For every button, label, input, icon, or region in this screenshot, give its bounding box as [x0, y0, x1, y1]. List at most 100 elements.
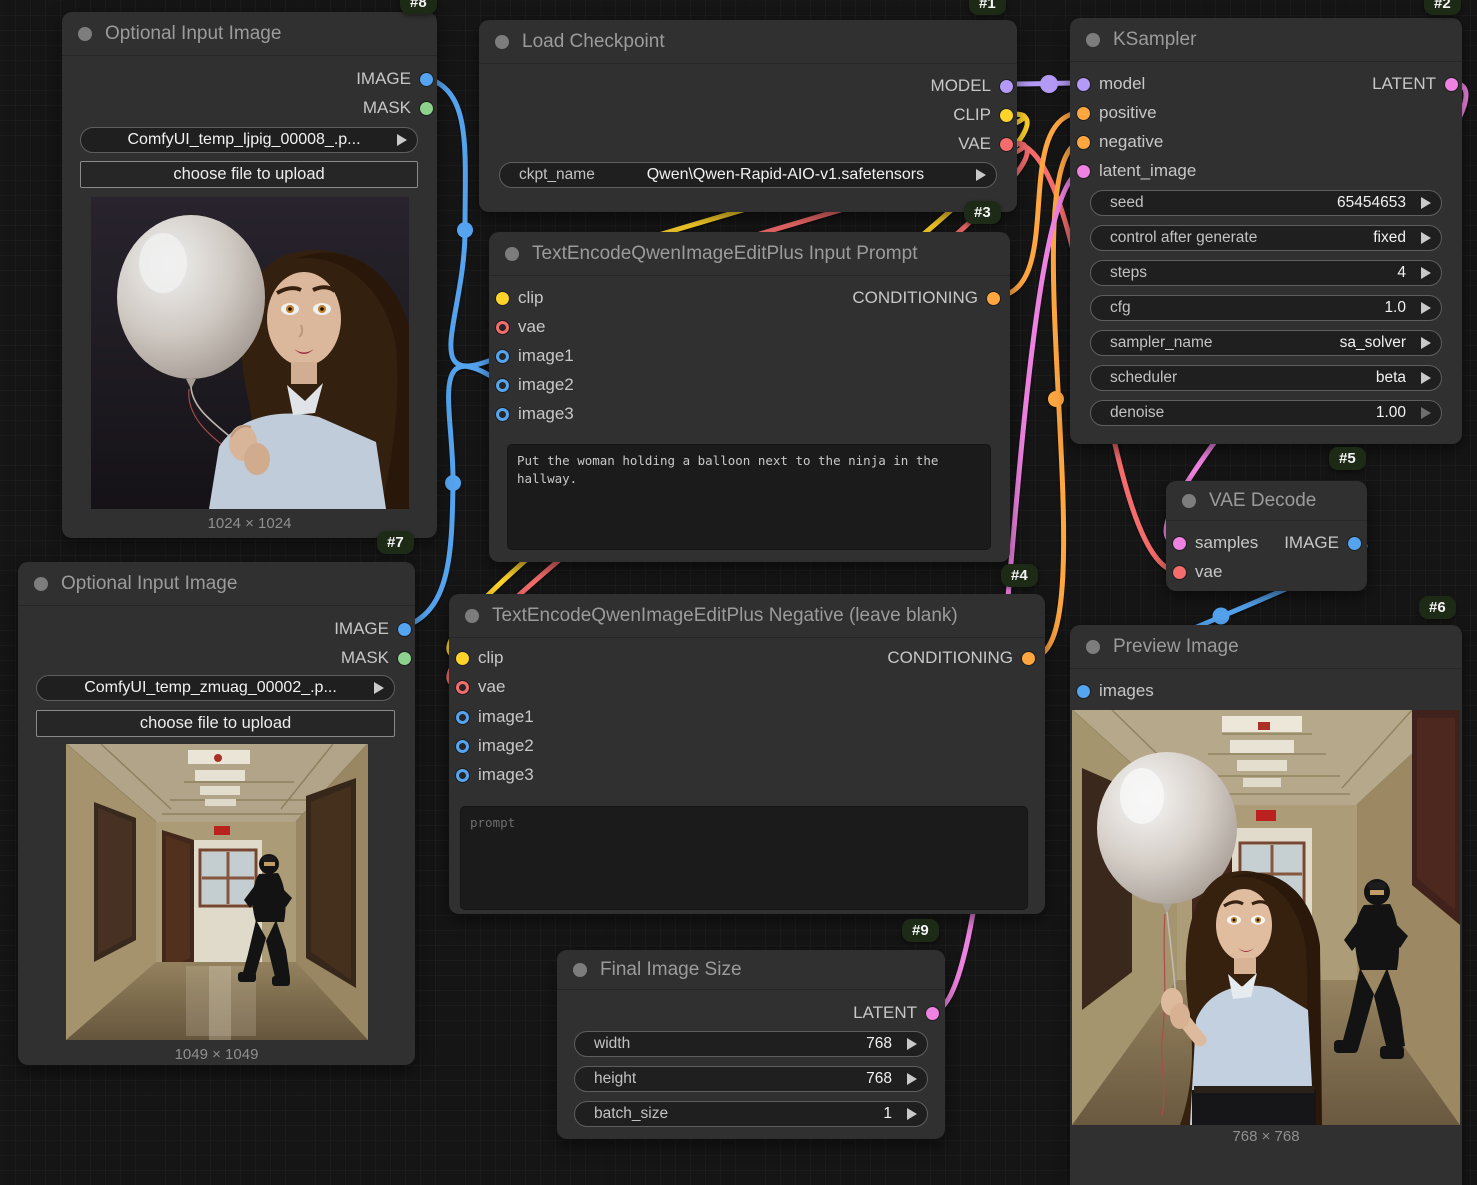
image-output-slot[interactable]: [420, 73, 433, 86]
collapse-dot[interactable]: [1182, 494, 1196, 508]
node-header[interactable]: Load Checkpoint: [479, 20, 1017, 64]
text-encode-input-prompt-node[interactable]: TextEncodeQwenImageEditPlus Input Prompt…: [489, 232, 1010, 562]
vae-input-slot[interactable]: [496, 321, 509, 334]
input-slot-row: vae: [1173, 559, 1222, 585]
clip-output-slot[interactable]: [1000, 109, 1013, 122]
increment-arrow-icon[interactable]: [1421, 197, 1431, 209]
image1-input-slot[interactable]: [496, 350, 509, 363]
slot-label: samples: [1195, 533, 1258, 553]
optional-input-image-node-8[interactable]: Optional Input Image IMAGE MASK ComfyUI_…: [62, 12, 437, 538]
next-arrow-icon[interactable]: [374, 682, 384, 694]
choose-file-button[interactable]: choose file to upload: [36, 710, 395, 737]
final-image-size-node[interactable]: Final Image Size LATENT width 768 height…: [557, 950, 945, 1139]
slot-label: latent_image: [1099, 161, 1196, 181]
node-graph-canvas[interactable]: #8 Optional Input Image IMAGE MASK Comfy…: [0, 0, 1477, 1185]
clip-input-slot[interactable]: [496, 292, 509, 305]
increment-arrow-icon[interactable]: [1421, 267, 1431, 279]
slot-label: vae: [518, 317, 545, 337]
cfg-widget[interactable]: cfg 1.0: [1090, 295, 1442, 321]
image2-input-slot[interactable]: [456, 740, 469, 753]
model-output-slot[interactable]: [1000, 80, 1013, 93]
mask-output-slot[interactable]: [420, 102, 433, 115]
vae-decode-node[interactable]: VAE Decode samples vae IMAGE: [1166, 481, 1367, 591]
input-slot-row: image1: [456, 704, 534, 730]
latent-image-input-slot[interactable]: [1077, 165, 1090, 178]
batch-size-widget[interactable]: batch_size 1: [574, 1101, 928, 1127]
next-arrow-icon[interactable]: [397, 134, 407, 146]
slot-label: MASK: [341, 648, 389, 668]
image-output-slot[interactable]: [1348, 537, 1361, 550]
collapse-dot[interactable]: [1086, 640, 1100, 654]
ckpt-name-combo[interactable]: ckpt_name Qwen\Qwen-Rapid-AIO-v1.safeten…: [499, 162, 997, 188]
mask-output-slot[interactable]: [398, 652, 411, 665]
image3-input-slot[interactable]: [496, 408, 509, 421]
latent-output-slot[interactable]: [926, 1007, 939, 1020]
latent-output-slot[interactable]: [1445, 78, 1458, 91]
collapse-dot[interactable]: [78, 27, 92, 41]
collapse-dot[interactable]: [573, 963, 587, 977]
slot-label: clip: [478, 648, 504, 668]
optional-input-image-node-7[interactable]: Optional Input Image IMAGE MASK ComfyUI_…: [18, 562, 415, 1065]
node-header[interactable]: Preview Image: [1070, 625, 1462, 669]
node-header[interactable]: KSampler: [1070, 18, 1462, 62]
positive-input-slot[interactable]: [1077, 107, 1090, 120]
combo-value: ComfyUI_temp_zmuag_00002_.p...: [56, 679, 365, 697]
collapse-dot[interactable]: [495, 35, 509, 49]
increment-arrow-icon[interactable]: [1421, 372, 1431, 384]
control-after-generate-widget[interactable]: control after generate fixed: [1090, 225, 1442, 251]
denoise-widget[interactable]: denoise 1.00: [1090, 400, 1442, 426]
increment-arrow-icon[interactable]: [907, 1073, 917, 1085]
image-file-combo[interactable]: ComfyUI_temp_zmuag_00002_.p...: [36, 675, 395, 701]
ksampler-node[interactable]: KSampler model positive negative latent_…: [1070, 18, 1462, 444]
next-arrow-icon[interactable]: [976, 169, 986, 181]
image-output-slot[interactable]: [398, 623, 411, 636]
image1-input-slot[interactable]: [456, 711, 469, 724]
node-header[interactable]: VAE Decode: [1166, 481, 1367, 521]
collapse-dot[interactable]: [34, 577, 48, 591]
prompt-textarea[interactable]: Put the woman holding a balloon next to …: [507, 444, 991, 550]
increment-arrow-icon[interactable]: [1421, 407, 1431, 419]
output-slot-row: CLIP: [953, 102, 1013, 128]
scheduler-widget[interactable]: scheduler beta: [1090, 365, 1442, 391]
increment-arrow-icon[interactable]: [907, 1038, 917, 1050]
vae-input-slot[interactable]: [456, 681, 469, 694]
node-header[interactable]: Optional Input Image: [18, 562, 415, 606]
clip-input-slot[interactable]: [456, 652, 469, 665]
collapse-dot[interactable]: [465, 609, 479, 623]
negative-prompt-textarea[interactable]: [460, 806, 1028, 910]
preview-image-node[interactable]: Preview Image images: [1070, 625, 1462, 1185]
vae-input-slot[interactable]: [1173, 566, 1186, 579]
images-input-slot[interactable]: [1077, 685, 1090, 698]
node-header[interactable]: Optional Input Image: [62, 12, 437, 56]
input-slot-row: positive: [1077, 100, 1157, 126]
conditioning-output-slot[interactable]: [1022, 652, 1035, 665]
widget-value: 1.00: [1376, 404, 1406, 422]
increment-arrow-icon[interactable]: [907, 1108, 917, 1120]
node-header[interactable]: Final Image Size: [557, 950, 945, 990]
image-file-combo[interactable]: ComfyUI_temp_ljpig_00008_.p...: [80, 127, 418, 153]
input-slot-row: image1: [496, 343, 574, 369]
height-widget[interactable]: height 768: [574, 1066, 928, 1092]
image2-input-slot[interactable]: [496, 379, 509, 392]
node-header[interactable]: TextEncodeQwenImageEditPlus Input Prompt: [489, 232, 1010, 276]
node-header[interactable]: TextEncodeQwenImageEditPlus Negative (le…: [449, 594, 1045, 638]
steps-widget[interactable]: steps 4: [1090, 260, 1442, 286]
samples-input-slot[interactable]: [1173, 537, 1186, 550]
increment-arrow-icon[interactable]: [1421, 232, 1431, 244]
image3-input-slot[interactable]: [456, 769, 469, 782]
sampler-name-widget[interactable]: sampler_name sa_solver: [1090, 330, 1442, 356]
increment-arrow-icon[interactable]: [1421, 302, 1431, 314]
choose-file-button[interactable]: choose file to upload: [80, 161, 418, 188]
text-encode-negative-node[interactable]: TextEncodeQwenImageEditPlus Negative (le…: [449, 594, 1045, 914]
collapse-dot[interactable]: [505, 247, 519, 261]
collapse-dot[interactable]: [1086, 33, 1100, 47]
seed-widget[interactable]: seed 65454653: [1090, 190, 1442, 216]
input-slot-row: image3: [456, 762, 534, 788]
width-widget[interactable]: width 768: [574, 1031, 928, 1057]
increment-arrow-icon[interactable]: [1421, 337, 1431, 349]
vae-output-slot[interactable]: [1000, 138, 1013, 151]
load-checkpoint-node[interactable]: Load Checkpoint MODEL CLIP VAE ckpt_name…: [479, 20, 1017, 212]
conditioning-output-slot[interactable]: [987, 292, 1000, 305]
model-input-slot[interactable]: [1077, 78, 1090, 91]
negative-input-slot[interactable]: [1077, 136, 1090, 149]
